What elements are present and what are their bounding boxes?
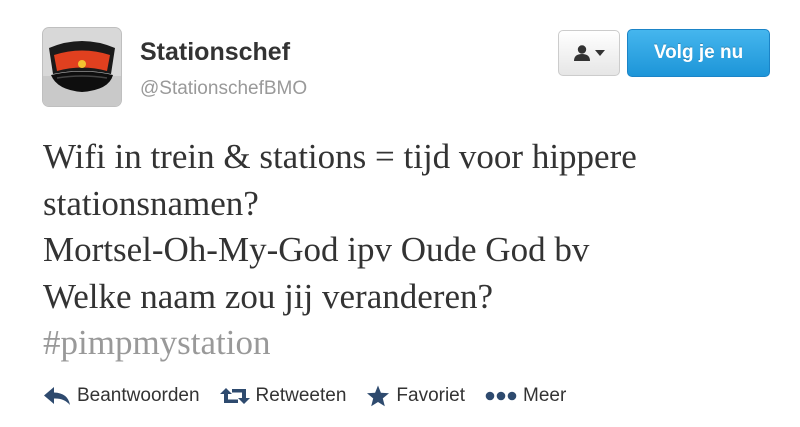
user-dropdown-icon <box>574 45 590 61</box>
tweet-line: stationsnamen? <box>43 183 259 223</box>
tweet-line: Mortsel-Oh-My-God ipv Oude God bv <box>43 230 590 269</box>
favorite-button[interactable]: Favoriet <box>366 385 465 407</box>
retweet-label: Retweeten <box>255 385 347 406</box>
user-dropdown-button[interactable] <box>558 30 620 76</box>
more-dots-icon <box>485 391 517 401</box>
station-master-cap-icon <box>43 28 121 106</box>
screen-name[interactable]: @StationschefBMO <box>140 78 307 100</box>
more-button[interactable]: Meer <box>485 385 566 407</box>
star-icon <box>366 385 390 407</box>
tweet-actions: Beantwoorden Retweeten Favoriet Meer <box>43 385 566 407</box>
reply-button[interactable]: Beantwoorden <box>43 385 200 407</box>
tweet-card: Stationschef @StationschefBMO Volg je nu… <box>0 0 800 427</box>
retweet-button[interactable]: Retweeten <box>219 385 347 407</box>
display-name[interactable]: Stationschef <box>140 38 290 67</box>
chevron-down-icon <box>595 50 605 56</box>
avatar[interactable] <box>43 28 121 106</box>
follow-button[interactable]: Volg je nu <box>627 29 770 77</box>
retweet-icon <box>219 386 250 406</box>
more-label: Meer <box>523 385 567 406</box>
tweet-line: Wifi in trein & stations = tijd voor hip… <box>43 137 637 176</box>
hashtag-link[interactable]: #pimpmystation <box>43 320 783 367</box>
reply-icon <box>43 386 71 406</box>
reply-label: Beantwoorden <box>77 385 200 406</box>
tweet-line: Welke naam zou jij veranderen? <box>43 276 494 316</box>
tweet-text: Wifi in trein & stations = tijd voor hip… <box>43 134 783 367</box>
favorite-label: Favoriet <box>396 385 466 406</box>
